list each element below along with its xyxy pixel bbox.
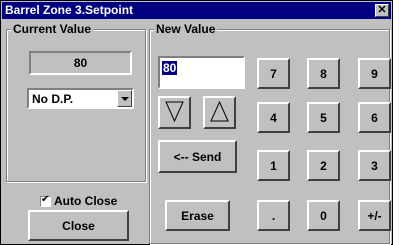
key-1-label: 1 bbox=[270, 158, 277, 173]
key-decimal-button[interactable]: . bbox=[257, 200, 290, 231]
decimal-point-select[interactable]: No D.P. bbox=[27, 88, 134, 109]
close-button-label: Close bbox=[62, 218, 95, 233]
auto-close-option[interactable]: Auto Close bbox=[40, 194, 117, 208]
key-5-label: 5 bbox=[320, 110, 327, 125]
key-6-label: 6 bbox=[371, 110, 378, 125]
key-sign-button[interactable]: +/- bbox=[358, 200, 391, 231]
new-value-text: 80 bbox=[162, 61, 178, 75]
erase-button[interactable]: Erase bbox=[165, 200, 230, 231]
key-3-label: 3 bbox=[371, 158, 378, 173]
chevron-down-icon[interactable] bbox=[117, 90, 132, 107]
key-3-button[interactable]: 3 bbox=[358, 150, 391, 181]
key-8-button[interactable]: 8 bbox=[307, 58, 340, 89]
current-value-legend: Current Value bbox=[11, 22, 94, 36]
setpoint-dialog: Barrel Zone 3.Setpoint ✕ Current Value 8… bbox=[0, 0, 393, 245]
send-button-label: <-- Send bbox=[173, 149, 222, 164]
new-value-legend: New Value bbox=[154, 22, 218, 36]
window-title: Barrel Zone 3.Setpoint bbox=[5, 3, 134, 17]
key-4-label: 4 bbox=[270, 110, 277, 125]
key-decimal-label: . bbox=[271, 208, 276, 223]
key-7-button[interactable]: 7 bbox=[257, 58, 290, 89]
key-9-label: 9 bbox=[371, 66, 378, 81]
new-value-input[interactable]: 80 bbox=[158, 56, 245, 89]
triangle-up-icon bbox=[210, 101, 229, 122]
increment-button[interactable] bbox=[203, 96, 236, 129]
key-9-button[interactable]: 9 bbox=[358, 58, 391, 89]
close-button[interactable]: Close bbox=[28, 210, 129, 241]
erase-button-label: Erase bbox=[181, 208, 214, 223]
key-0-button[interactable]: 0 bbox=[307, 200, 340, 231]
key-5-button[interactable]: 5 bbox=[307, 102, 340, 133]
close-icon: ✕ bbox=[377, 4, 387, 16]
triangle-down-icon bbox=[165, 101, 184, 123]
key-sign-label: +/- bbox=[367, 208, 382, 223]
decrement-button[interactable] bbox=[158, 96, 191, 129]
key-2-button[interactable]: 2 bbox=[307, 150, 340, 181]
key-2-label: 2 bbox=[320, 158, 327, 173]
current-value-display: 80 bbox=[29, 51, 132, 75]
send-button[interactable]: <-- Send bbox=[158, 140, 237, 173]
auto-close-checkbox[interactable] bbox=[40, 194, 51, 207]
key-8-label: 8 bbox=[320, 66, 327, 81]
key-4-button[interactable]: 4 bbox=[257, 102, 290, 133]
key-0-label: 0 bbox=[320, 208, 327, 223]
key-1-button[interactable]: 1 bbox=[257, 150, 290, 181]
current-value-text: 80 bbox=[73, 56, 88, 70]
key-7-label: 7 bbox=[270, 66, 277, 81]
auto-close-label: Auto Close bbox=[54, 194, 118, 208]
key-6-button[interactable]: 6 bbox=[358, 102, 391, 133]
title-bar: Barrel Zone 3.Setpoint ✕ bbox=[2, 2, 391, 19]
decimal-point-value: No D.P. bbox=[32, 92, 74, 106]
close-window-button[interactable]: ✕ bbox=[375, 4, 389, 17]
